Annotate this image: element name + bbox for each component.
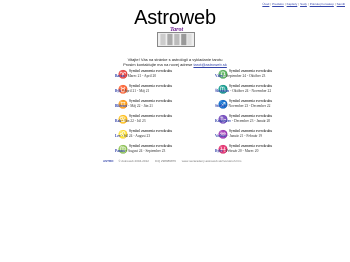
zodiac-item[interactable]: ♐ Symbol znamenia zverokruhu Strelec - Nov… [215, 99, 295, 114]
zodiac-sign-info: Vodnár - Január 21 - Február 19 [215, 134, 262, 138]
intro-line-2: Prosim kontaktujte ma na novej adrese ta… [0, 62, 350, 67]
zodiac-symbol-label: Symbol znamenia zverokruhu [129, 144, 173, 148]
zodiac-item[interactable]: ♈ Symbol znamenia zverokruhu Baran - Marec… [115, 69, 207, 84]
zodiac-symbol-label: Symbol znamenia zverokruhu [229, 99, 273, 103]
zodiac-sign-info: Lev - Júl 24 - August 23 [115, 134, 150, 138]
zodiac-sign-name[interactable]: Blíženci [115, 104, 127, 108]
zodiac-symbol-label: Symbol znamenia zverokruhu [229, 114, 273, 118]
zodiac-symbol-label: Symbol znamenia zverokruhu [129, 69, 173, 73]
zodiac-sign-name[interactable]: Škorpión [215, 89, 229, 93]
zodiac-item[interactable]: ♍ Symbol znamenia zverokruhu Panna - Augus… [115, 144, 207, 159]
tarot-logo[interactable]: Tarot [153, 27, 198, 47]
zodiac-sign-name[interactable]: Panna [115, 149, 125, 153]
footer-url: www.nezaradený.astroweb.sk/zverokruh.htm [181, 159, 242, 163]
zodiac-sign-dates: Január 21 - Február 19 [229, 134, 262, 138]
zodiac-sign-info: Kozorožec - December 23 - Január 20 [215, 119, 270, 123]
zodiac-symbol-label: Symbol znamenia zverokruhu [229, 69, 273, 73]
zodiac-item[interactable]: ♒ Symbol znamenia zverokruhu Vodnár - Janu… [215, 129, 295, 144]
zodiac-sign-name[interactable]: Ryby [215, 149, 223, 153]
zodiac-sign-info: Býk - April 21 - Máj 21 [115, 89, 149, 93]
zodiac-sign-info: Blíženci - Máj 22 - Jún 21 [115, 104, 153, 108]
tarot-card-image [157, 32, 195, 47]
intro-line-2-prefix: Prosim kontaktujte ma na novej adrese [123, 62, 193, 67]
zodiac-sign-dates: Február 20 - Marec 20 [226, 149, 259, 153]
zodiac-item[interactable]: ♌ Symbol znamenia zverokruhu Lev - Júl 24 … [115, 129, 207, 144]
zodiac-sign-dates: Jún 22 - Júl 23 [124, 119, 146, 123]
zodiac-symbol-label: Symbol znamenia zverokruhu [229, 129, 273, 133]
zodiac-grid: ♈ Symbol znamenia zverokruhu Baran - Marec… [115, 69, 295, 159]
zodiac-sign-info: Rak - Jún 22 - Júl 23 [115, 119, 146, 123]
zodiac-item[interactable]: ♑ Symbol znamenia zverokruhu Kozorožec - D… [215, 114, 295, 129]
zodiac-item[interactable]: ♋ Symbol znamenia zverokruhu Rak - Jún 22 … [115, 114, 207, 129]
zodiac-sign-dates: August 24 - September 23 [127, 149, 166, 153]
zodiac-sign-info: Ryby - Február 20 - Marec 20 [215, 149, 258, 153]
zodiac-sign-name[interactable]: Baran [115, 74, 125, 78]
zodiac-sign-name[interactable]: Strelec [215, 104, 226, 108]
zodiac-sign-info: Strelec - November 23 - December 22 [215, 104, 270, 108]
zodiac-sign-info: Panna - August 24 - September 23 [115, 149, 165, 153]
footer-icq: ICQ 298989876 [154, 159, 176, 163]
zodiac-symbol-label: Symbol znamenia zverokruhu [129, 99, 173, 103]
zodiac-sign-dates: April 21 - Máj 21 [124, 89, 150, 93]
zodiac-sign-name[interactable]: Vodnár [215, 134, 226, 138]
zodiac-sign-dates: Október 24 - November 22 [232, 89, 272, 93]
zodiac-sign-dates: December 23 - Január 20 [234, 119, 271, 123]
footer: ASTRO © Astroweb 2004-2012 ICQ 298989876… [103, 159, 283, 163]
zodiac-sign-dates: November 23 - December 22 [228, 104, 271, 108]
zodiac-symbol-label: Symbol znamenia zverokruhu [129, 84, 173, 88]
zodiac-symbol-label: Symbol znamenia zverokruhu [129, 129, 173, 133]
zodiac-item[interactable]: ♉ Symbol znamenia zverokruhu Býk - April 2… [115, 84, 207, 99]
zodiac-sign-info: Baran - Marec 21 - April 20 [115, 74, 156, 78]
zodiac-sign-dates: Marec 21 - April 20 [127, 74, 157, 78]
zodiac-sign-dates: Júl 24 - August 23 [123, 134, 151, 138]
zodiac-sign-name[interactable]: Kozorožec [215, 119, 231, 123]
intro-text: Vitajte! Vás na stránke s astrológii a v… [0, 57, 350, 67]
footer-logo[interactable]: ASTRO [103, 159, 114, 163]
contact-email-link[interactable]: tarot@astroweb.sk [193, 62, 226, 67]
zodiac-item[interactable]: ♊ Symbol znamenia zverokruhu Blíženci - Má… [115, 99, 207, 114]
zodiac-sign-name[interactable]: Váhy [215, 74, 223, 78]
zodiac-symbol-label: Symbol znamenia zverokruhu [229, 144, 273, 148]
zodiac-sign-info: Škorpión - Október 24 - November 22 [215, 89, 271, 93]
footer-copyright: © Astroweb 2004-2012 [118, 159, 149, 163]
zodiac-item[interactable]: ♓ Symbol znamenia zverokruhu Ryby - Februá… [215, 144, 295, 159]
zodiac-sign-info: Váhy - September 24 - Október 23 [215, 74, 265, 78]
zodiac-sign-dates: September 24 - Október 23 [226, 74, 266, 78]
zodiac-item[interactable]: ♏ Symbol znamenia zverokruhu Škorpión - Ok… [215, 84, 295, 99]
zodiac-symbol-label: Symbol znamenia zverokruhu [129, 114, 173, 118]
zodiac-symbol-label: Symbol znamenia zverokruhu [229, 84, 273, 88]
zodiac-sign-dates: Máj 22 - Jún 21 [130, 104, 153, 108]
zodiac-item[interactable]: ♎ Symbol znamenia zverokruhu Váhy - Septem… [215, 69, 295, 84]
